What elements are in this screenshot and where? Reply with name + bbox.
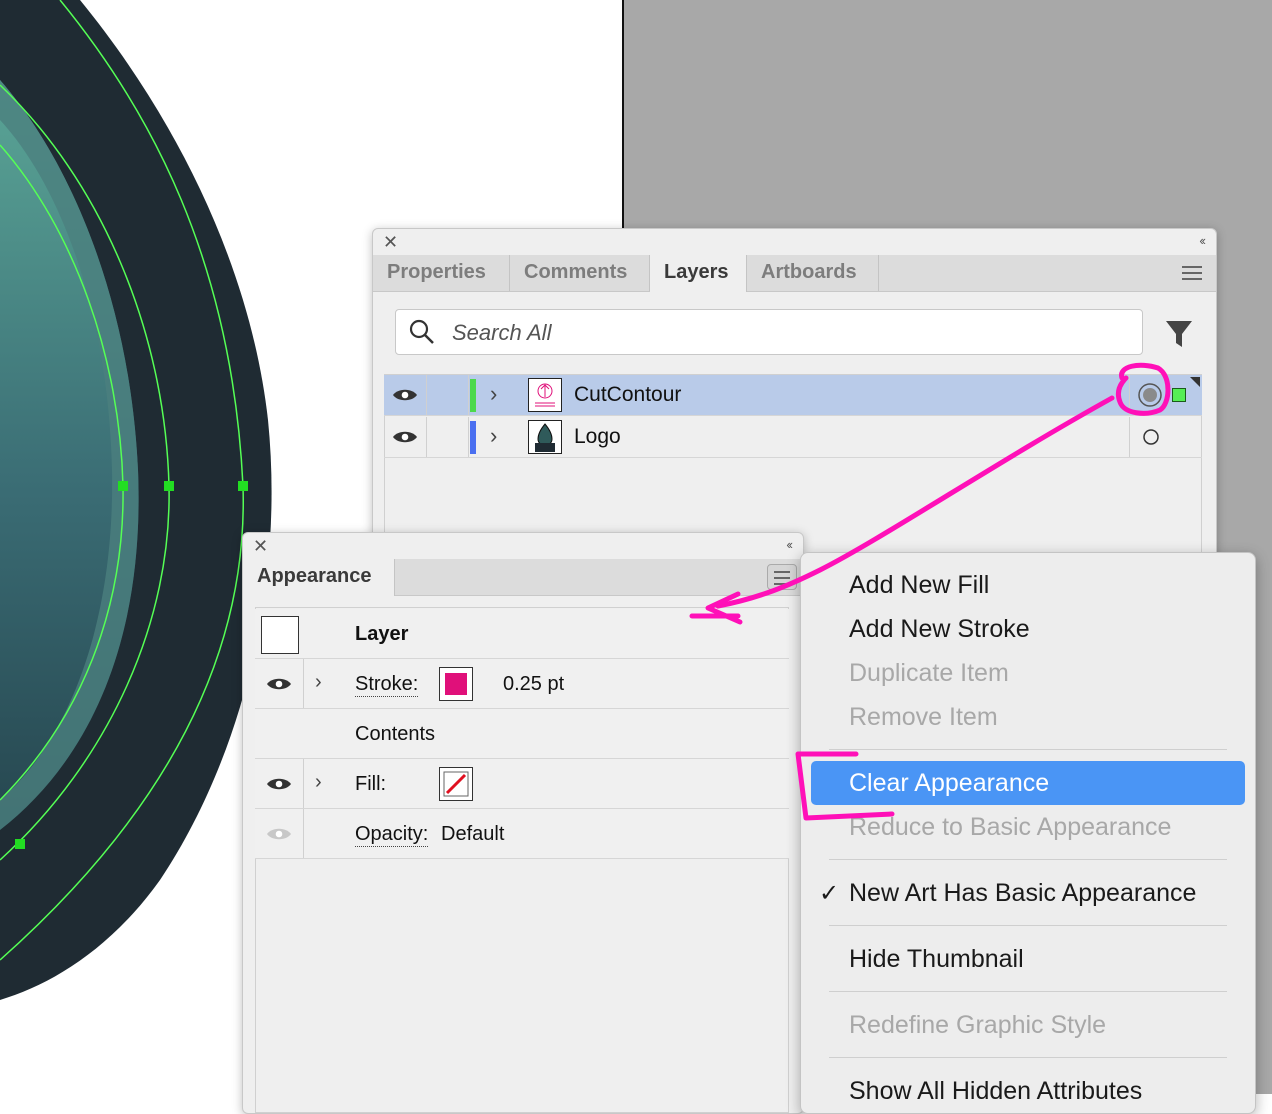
expand-chevron-icon[interactable]: › bbox=[490, 423, 497, 449]
menu-item-redefine-graphic-style[interactable]: Redefine Graphic Style bbox=[849, 1011, 1106, 1040]
tab-properties[interactable]: Properties bbox=[373, 255, 510, 291]
target-name: Layer bbox=[355, 623, 409, 645]
checkmark-icon: ✓ bbox=[819, 880, 840, 907]
menu-separator bbox=[829, 991, 1227, 992]
layer-thumbnail bbox=[528, 378, 562, 412]
fill-swatch-none[interactable] bbox=[439, 767, 473, 801]
menu-item-add-new-stroke[interactable]: Add New Stroke bbox=[849, 615, 1030, 644]
cutcontour-thumb-icon bbox=[535, 383, 555, 407]
menu-item-clear-appearance[interactable]: Clear Appearance bbox=[849, 769, 1049, 798]
contents-label: Contents bbox=[355, 723, 436, 745]
eye-icon bbox=[267, 678, 291, 690]
tab-artboards[interactable]: Artboards bbox=[747, 255, 879, 291]
collapse-icon[interactable]: ‹‹ bbox=[786, 537, 793, 552]
menu-separator bbox=[829, 749, 1227, 750]
tab-appearance[interactable]: Appearance bbox=[243, 559, 395, 596]
anchor-point bbox=[164, 481, 174, 491]
appearance-flyout-menu: Add New Fill Add New Stroke Duplicate It… bbox=[800, 552, 1256, 1114]
target-cell[interactable] bbox=[1129, 375, 1202, 415]
expand-chevron-icon[interactable]: › bbox=[315, 671, 322, 694]
menu-item-new-art-has-basic-appearance[interactable]: New Art Has Basic Appearance bbox=[849, 879, 1196, 908]
selection-corner-icon bbox=[1190, 377, 1200, 387]
expand-chevron-icon[interactable]: › bbox=[490, 381, 497, 407]
layer-name[interactable]: Logo bbox=[574, 425, 621, 449]
target-cell[interactable] bbox=[1129, 417, 1202, 457]
panel-titlebar[interactable]: ✕ ‹‹ bbox=[243, 533, 803, 559]
visibility-toggle[interactable] bbox=[384, 375, 427, 415]
filter-icon[interactable] bbox=[1164, 318, 1194, 350]
appearance-panel: ✕ ‹‹ Appearance Layer › Stroke: 0.25 pt … bbox=[242, 532, 804, 1114]
panel-menu-icon[interactable] bbox=[1182, 266, 1202, 280]
stroke-row[interactable]: › Stroke: 0.25 pt bbox=[255, 659, 789, 709]
logo-thumb-icon bbox=[535, 423, 555, 452]
contents-row[interactable]: Contents bbox=[255, 709, 789, 759]
eye-icon bbox=[267, 828, 291, 840]
close-icon[interactable]: ✕ bbox=[253, 536, 268, 557]
no-fill-icon bbox=[443, 771, 469, 797]
layer-row-cutcontour[interactable]: › CutContour bbox=[384, 375, 1202, 416]
menu-separator bbox=[829, 1057, 1227, 1058]
layer-row-logo[interactable]: › Logo bbox=[384, 417, 1202, 458]
anchor-point bbox=[238, 481, 248, 491]
menu-separator bbox=[829, 925, 1227, 926]
tab-comments[interactable]: Comments bbox=[510, 255, 650, 291]
panel-titlebar[interactable]: ✕ ‹‹ bbox=[373, 229, 1216, 255]
layer-color-bar bbox=[470, 379, 476, 412]
visibility-toggle[interactable] bbox=[255, 759, 304, 808]
anchor-point bbox=[15, 839, 25, 849]
appearance-header-row: Layer bbox=[255, 609, 789, 659]
visibility-toggle[interactable] bbox=[255, 659, 304, 708]
menu-item-hide-thumbnail[interactable]: Hide Thumbnail bbox=[849, 945, 1024, 974]
lock-toggle[interactable] bbox=[426, 417, 469, 457]
menu-item-reduce-to-basic-appearance[interactable]: Reduce to Basic Appearance bbox=[849, 813, 1171, 842]
layer-thumbnail bbox=[528, 420, 562, 454]
lock-toggle[interactable] bbox=[426, 375, 469, 415]
fill-label[interactable]: Fill: bbox=[355, 773, 386, 796]
eye-icon bbox=[267, 778, 291, 790]
opacity-row[interactable]: Opacity: Default bbox=[255, 809, 789, 859]
opacity-label[interactable]: Opacity: bbox=[355, 823, 429, 847]
search-input[interactable]: Search All bbox=[395, 309, 1143, 355]
anchor-point bbox=[118, 481, 128, 491]
stroke-swatch[interactable] bbox=[439, 667, 473, 701]
stroke-weight[interactable]: 0.25 pt bbox=[503, 673, 564, 696]
panel-tabstrip: Properties Comments Layers Artboards bbox=[373, 255, 1216, 292]
selection-square-icon[interactable] bbox=[1172, 388, 1186, 402]
panel-menu-button[interactable] bbox=[767, 564, 797, 590]
layers-panel: ✕ ‹‹ Properties Comments Layers Artboard… bbox=[372, 228, 1217, 560]
menu-item-remove-item[interactable]: Remove Item bbox=[849, 703, 998, 732]
eye-icon bbox=[393, 389, 417, 401]
stroke-label[interactable]: Stroke: bbox=[355, 673, 419, 697]
menu-separator bbox=[829, 859, 1227, 860]
menu-item-add-new-fill[interactable]: Add New Fill bbox=[849, 571, 989, 600]
panel-menu-icon bbox=[774, 571, 790, 585]
stroke-color-fill bbox=[445, 673, 467, 695]
close-icon[interactable]: ✕ bbox=[383, 232, 398, 253]
tab-layers[interactable]: Layers bbox=[650, 255, 747, 292]
layer-thumbnail bbox=[261, 616, 299, 654]
expand-chevron-icon[interactable]: › bbox=[315, 771, 322, 794]
target-circle-icon[interactable] bbox=[1141, 427, 1161, 447]
eye-icon bbox=[393, 431, 417, 443]
menu-item-duplicate-item[interactable]: Duplicate Item bbox=[849, 659, 1009, 688]
opacity-value[interactable]: Default bbox=[441, 823, 504, 846]
fill-row[interactable]: › Fill: bbox=[255, 759, 789, 809]
collapse-icon[interactable]: ‹‹ bbox=[1199, 233, 1206, 248]
target-circle-icon[interactable] bbox=[1136, 381, 1164, 409]
panel-tabstrip: Appearance bbox=[243, 559, 803, 596]
menu-item-show-all-hidden-attributes[interactable]: Show All Hidden Attributes bbox=[849, 1077, 1142, 1106]
search-icon bbox=[409, 319, 434, 344]
search-placeholder: Search All bbox=[452, 320, 552, 345]
visibility-toggle[interactable] bbox=[255, 809, 304, 858]
layer-color-bar bbox=[470, 421, 476, 454]
visibility-toggle[interactable] bbox=[384, 417, 427, 457]
layer-name[interactable]: CutContour bbox=[574, 383, 681, 407]
